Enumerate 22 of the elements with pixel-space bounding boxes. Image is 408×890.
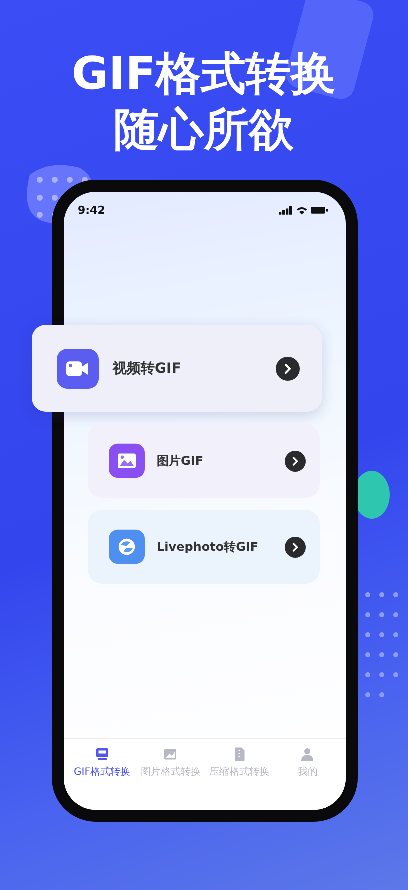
- feature-card[interactable]: Livephoto转GIF: [88, 510, 320, 584]
- headline: GIF格式转换: [72, 46, 336, 102]
- gif-card-icon: [94, 747, 110, 762]
- feature-label: 图片GIF: [157, 452, 205, 470]
- feature-card[interactable]: 图片GIF: [88, 424, 320, 498]
- signal-icon: [279, 206, 293, 214]
- status-time: 9:42: [78, 204, 106, 216]
- battery-icon: [311, 206, 328, 214]
- image-icon: [109, 443, 145, 479]
- chevron-right-icon[interactable]: [276, 356, 300, 380]
- chevron-right-icon[interactable]: [285, 450, 306, 472]
- chevron-right-icon[interactable]: [285, 536, 306, 558]
- headline: 随心所欲: [114, 102, 294, 158]
- video-camera-icon: [57, 348, 99, 390]
- aperture-icon: [109, 529, 145, 565]
- person-icon: [300, 747, 316, 762]
- feature-label: 视频转GIF: [113, 360, 182, 378]
- feature-card[interactable]: 视频转GIF: [32, 325, 322, 412]
- wifi-icon: [296, 206, 308, 214]
- nav-tab[interactable]: GIF格式转换: [69, 747, 136, 810]
- image-icon: [163, 747, 178, 762]
- feature-label: Livephoto转GIF: [157, 538, 260, 556]
